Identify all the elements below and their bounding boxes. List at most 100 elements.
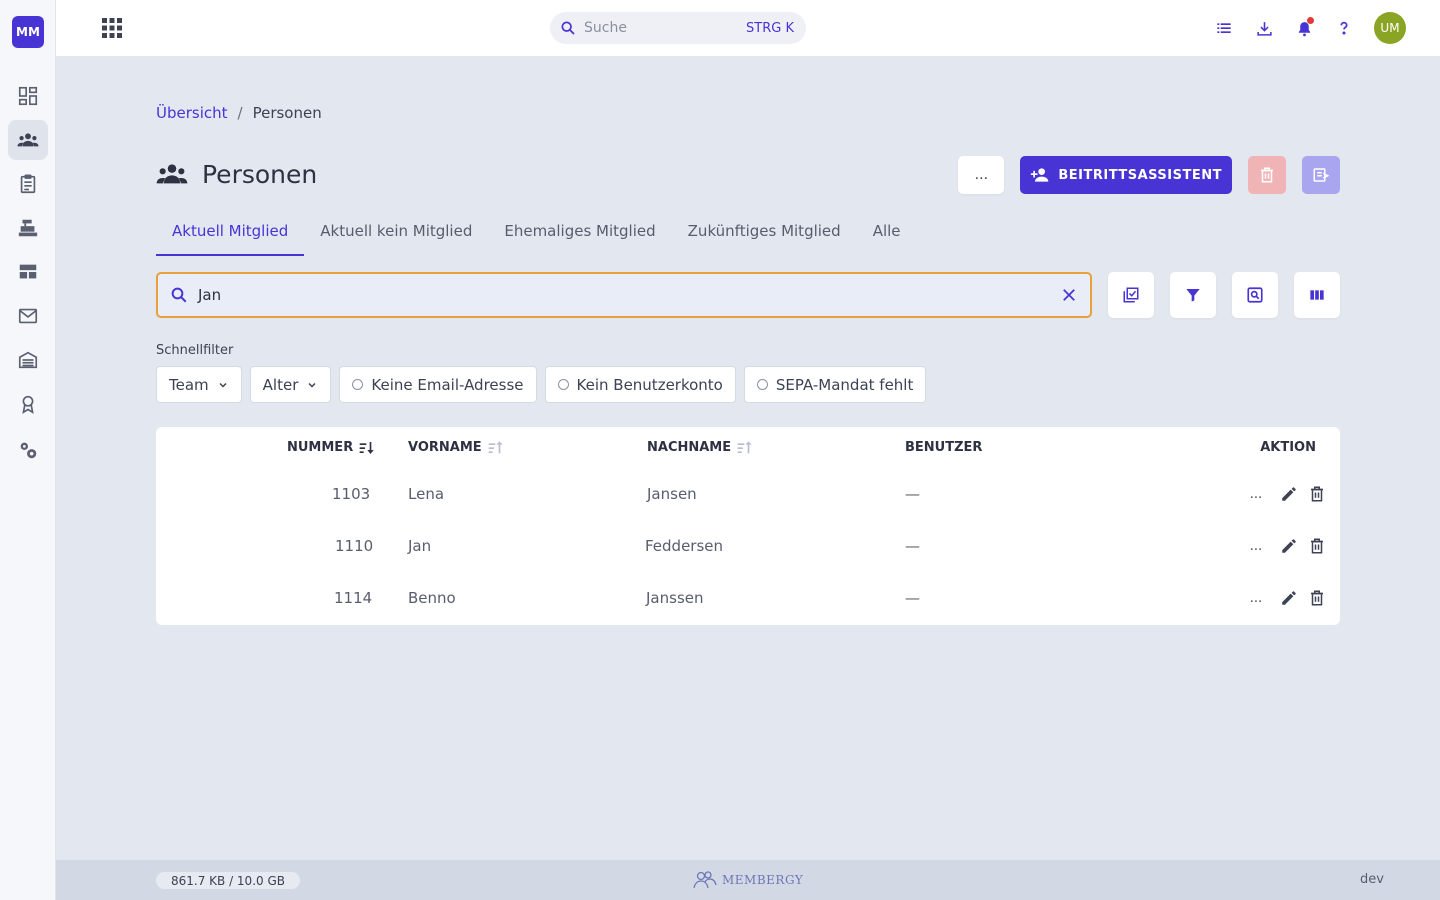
org-badge[interactable]: MM [12,16,44,48]
team-dropdown-label: Team [169,375,209,394]
row-actions: ... [1242,589,1326,607]
column-header-firstname[interactable]: VORNAME [408,440,504,455]
search-shortcut: STRG K [746,20,794,36]
radio-icon [557,379,569,390]
focus-view-icon [1247,287,1263,303]
nav-warehouse[interactable] [8,340,48,380]
breadcrumb-overview[interactable]: Übersicht [156,104,228,122]
breadcrumb: Übersicht / Personen [156,104,322,122]
tab-former-member[interactable]: Ehemaliges Mitglied [488,210,671,256]
sepa-missing-filter[interactable]: SEPA-Mandat fehlt [743,366,927,403]
cell-firstname: Lena [408,485,445,503]
columns-icon [1310,290,1324,300]
more-actions-button[interactable]: ... [958,156,1005,194]
notification-badge [1307,17,1314,24]
membership-wizard-button[interactable]: BEITRITTSASSISTENT [1020,156,1232,194]
columns-button[interactable] [1294,272,1340,318]
row-more-button[interactable]: ... [1242,539,1270,554]
nav-awards[interactable] [8,384,48,424]
age-dropdown[interactable]: Alter [249,366,332,403]
brand-logo: MEMBERGY [692,870,803,890]
export-button[interactable] [1302,156,1340,194]
sort-icon [737,440,752,453]
cell-lastname: Janssen [646,589,704,607]
row-more-button[interactable]: ... [1242,591,1270,606]
no-account-filter[interactable]: Kein Benutzerkonto [544,366,736,403]
persons-table: NUMMER VORNAME NACHNAME BENUTZER AKTION … [156,427,1340,625]
saved-view-button[interactable] [1232,272,1278,318]
nav-cashier[interactable] [8,208,48,248]
nav-dashboard[interactable] [8,76,48,116]
checklist-icon [1123,287,1139,303]
breadcrumb-current: Personen [252,104,322,122]
radio-icon [352,379,364,390]
cell-user: — [905,485,920,503]
bulk-delete-button[interactable] [1248,156,1286,194]
cell-lastname: Jansen [647,485,697,503]
award-icon [22,395,34,414]
cell-number: 1114 [334,589,373,607]
tab-current-member[interactable]: Aktuell Mitglied [156,210,305,256]
topbar-actions: UM [1214,12,1406,44]
search-placeholder: Suche [584,20,627,36]
delete-icon[interactable] [1308,589,1326,607]
header-actions: ... BEITRITTSASSISTENT [958,156,1340,194]
sepa-missing-label: SEPA-Mandat fehlt [775,375,914,394]
brand-mark-icon [693,871,717,889]
apps-grid-icon[interactable] [102,18,122,42]
add-person-icon [1031,168,1049,182]
delete-icon[interactable] [1308,537,1326,555]
radio-icon [756,379,768,390]
column-header-user: BENUTZER [905,440,983,455]
row-more-button[interactable]: ... [1242,487,1270,502]
tab-future-member[interactable]: Zukünftiges Mitglied [672,210,857,256]
nav-list[interactable] [8,252,48,292]
tab-all[interactable]: Alle [857,210,917,256]
delete-icon[interactable] [1308,485,1326,503]
nav-clipboard[interactable] [8,164,48,204]
column-header-number[interactable]: NUMMER [287,440,375,455]
storage-usage: 861.7 KB / 10.0 GB [156,872,300,889]
download-icon[interactable] [1254,18,1274,38]
nav-mail[interactable] [8,296,48,336]
warehouse-icon [18,351,38,369]
column-header-lastname-label: NACHNAME [647,440,732,455]
task-list-icon[interactable] [1214,18,1234,38]
person-search-input[interactable]: Jan [156,272,1092,318]
cell-firstname: Benno [408,589,456,607]
people-icon [17,133,39,147]
select-rows-button[interactable] [1108,272,1154,318]
notifications-icon[interactable] [1294,17,1314,38]
nav-persons[interactable] [8,120,48,160]
quickfilter-row: Team Alter Keine Email-Adresse Kein Benu… [156,366,927,403]
people-icon [156,164,188,184]
tab-current-non-member[interactable]: Aktuell kein Mitglied [304,210,488,256]
cell-lastname: Feddersen [645,537,724,555]
row-actions: ... [1242,485,1326,503]
topbar: Suche STRG K UM [56,0,1440,56]
mail-icon [18,308,38,324]
breadcrumb-separator: / [237,104,243,122]
cell-user: — [905,537,920,555]
column-header-number-label: NUMMER [287,440,354,455]
team-dropdown[interactable]: Team [156,366,242,403]
environment-label: dev [1360,872,1384,887]
cash-register-icon [18,219,38,237]
help-icon[interactable] [1334,18,1354,38]
cell-firstname: Jan [408,537,432,555]
filter-button[interactable] [1170,272,1216,318]
age-dropdown-label: Alter [262,375,299,394]
brand-name: MEMBERGY [722,873,804,887]
edit-icon[interactable] [1280,589,1298,607]
edit-icon[interactable] [1280,537,1298,555]
chevron-down-icon [308,382,316,388]
export-icon [1313,168,1330,182]
column-header-lastname[interactable]: NACHNAME [647,440,753,455]
clear-icon[interactable] [1062,288,1076,302]
global-search[interactable]: Suche STRG K [550,12,806,44]
edit-icon[interactable] [1280,485,1298,503]
no-email-filter[interactable]: Keine Email-Adresse [339,366,537,403]
nav-settings[interactable] [8,430,48,470]
user-avatar[interactable]: UM [1374,12,1406,44]
status-tabs: Aktuell Mitglied Aktuell kein Mitglied E… [156,210,917,256]
